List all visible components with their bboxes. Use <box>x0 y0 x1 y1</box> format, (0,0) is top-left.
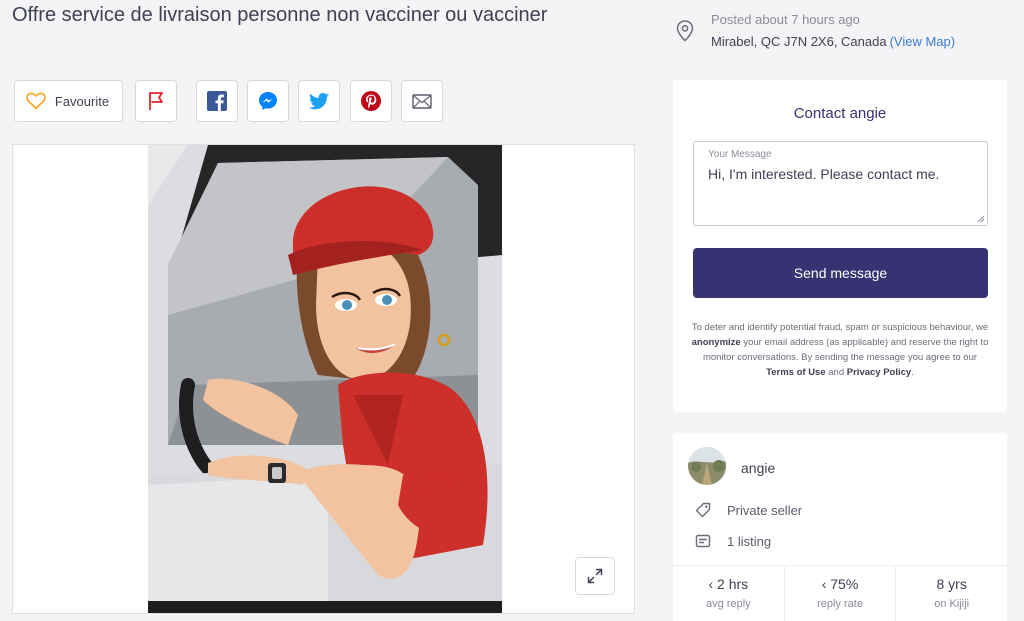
report-button[interactable] <box>135 80 177 122</box>
tag-icon <box>695 502 711 518</box>
share-pinterest-button[interactable] <box>350 80 392 122</box>
view-map-link[interactable]: (View Map) <box>890 34 956 49</box>
flag-icon <box>149 92 163 110</box>
share-messenger-button[interactable] <box>247 80 289 122</box>
listing-title: Offre service de livraison personne non … <box>12 4 548 26</box>
avatar-image <box>688 447 726 485</box>
avatar[interactable] <box>688 447 726 485</box>
terms-of-use-link[interactable]: Terms of Use <box>766 367 825 378</box>
seller-listings-row: 1 listing <box>695 533 771 549</box>
seller-listings[interactable]: 1 listing <box>727 534 771 549</box>
stat-on-kijiji: 8 yrs on Kijiji <box>896 566 1007 621</box>
contact-title: Contact angie <box>793 105 887 122</box>
address-text: Mirabel, QC J7N 2X6, Canada <box>711 34 887 49</box>
stat-value: 8 yrs <box>936 576 967 592</box>
location-pin-icon <box>676 20 694 42</box>
pinterest-icon <box>361 91 381 111</box>
email-icon <box>412 93 432 109</box>
message-textarea[interactable]: Your Message Hi, I'm interested. Please … <box>693 141 988 226</box>
contact-card: Contact angie Your Message Hi, I'm inter… <box>673 80 1007 412</box>
privacy-disclaimer: To deter and identify potential fraud, s… <box>691 320 989 380</box>
disclaimer-anonymize: anonymize <box>691 337 741 348</box>
seller-type-row: Private seller <box>695 502 802 518</box>
stat-label: reply rate <box>817 598 863 610</box>
seller-card: angie Private seller 1 listing ‹ 2 hrs a… <box>673 433 1007 621</box>
seller-type: Private seller <box>727 502 803 518</box>
stat-label: on Kijiji <box>934 598 970 610</box>
seller-stats: ‹ 2 hrs avg reply ‹ 75% reply rate 8 yrs… <box>673 565 1007 621</box>
expand-icon <box>587 568 603 584</box>
heart-icon <box>26 92 46 110</box>
stat-reply-rate: ‹ 75% reply rate <box>785 566 897 621</box>
send-message-button[interactable]: Send message <box>693 248 988 298</box>
expand-image-button[interactable] <box>575 557 615 595</box>
stat-value: ‹ 75% <box>821 576 859 592</box>
facebook-icon <box>207 91 227 111</box>
seller-name[interactable]: angie <box>741 460 775 476</box>
stat-label: avg reply <box>706 598 751 610</box>
privacy-policy-link[interactable]: Privacy Policy <box>847 367 911 378</box>
disclaimer-and: and <box>825 367 847 378</box>
posted-time: Posted about 7 hours ago <box>711 12 860 27</box>
address: Mirabel, QC J7N 2X6, Canada (View Map) <box>711 34 955 49</box>
listing-icon <box>695 534 711 548</box>
favourite-button[interactable]: Favourite <box>14 80 123 122</box>
stat-avg-reply: ‹ 2 hrs avg reply <box>673 566 785 621</box>
share-email-button[interactable] <box>401 80 443 122</box>
share-facebook-button[interactable] <box>196 80 238 122</box>
share-twitter-button[interactable] <box>298 80 340 122</box>
stat-value: ‹ 2 hrs <box>708 576 749 592</box>
message-value[interactable]: Hi, I'm interested. Please contact me. <box>708 166 939 182</box>
disclaimer-text-1: To deter and identify potential fraud, s… <box>691 322 989 333</box>
message-label: Your Message <box>708 149 772 160</box>
resize-grip-icon[interactable] <box>977 215 985 223</box>
listing-image-gallery[interactable] <box>12 144 635 614</box>
disclaimer-text-2: your email address (as applicable) and r… <box>702 337 989 363</box>
twitter-icon <box>309 92 329 109</box>
disclaimer-end: . <box>911 367 914 378</box>
listing-photo[interactable] <box>148 145 502 613</box>
favourite-label: Favourite <box>54 93 110 109</box>
messenger-icon <box>259 92 277 110</box>
